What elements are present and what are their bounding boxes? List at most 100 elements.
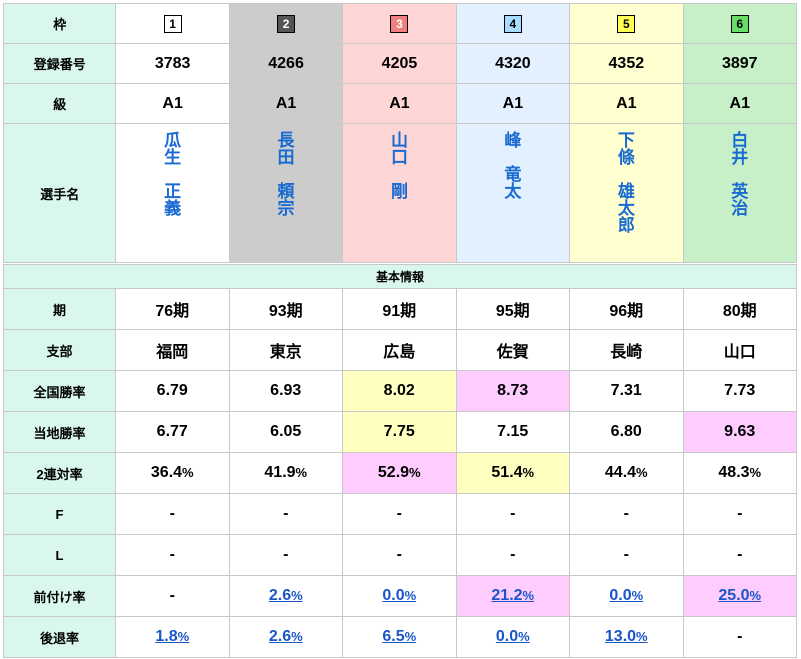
branch-cell: 佐賀 bbox=[455, 329, 570, 371]
branch-row: 支部 福岡 東京 広島 佐賀 長崎 山口 bbox=[3, 329, 797, 371]
racer-name-link[interactable]: 山口剛 bbox=[390, 132, 408, 200]
top2-value: 36.4 bbox=[150, 464, 183, 481]
kou-link[interactable]: 0.0% bbox=[496, 628, 530, 645]
top2-cell: 51.4% bbox=[455, 452, 570, 494]
top2-value-wrap: 36.4% bbox=[151, 464, 194, 481]
f-row: F ------ bbox=[3, 493, 797, 535]
racer-given-name: 剛 bbox=[390, 182, 408, 201]
zen-link[interactable]: 25.0% bbox=[718, 587, 761, 604]
waku-number-badge: 1 bbox=[163, 14, 182, 33]
top2-value-wrap: 44.4% bbox=[605, 464, 648, 481]
f-value-wrap: - bbox=[283, 505, 288, 522]
top2-cell: 41.9% bbox=[228, 452, 343, 494]
kou-cell: 1.8% bbox=[115, 616, 230, 658]
top2-value: 44.4 bbox=[604, 464, 637, 481]
racer-name-cell: 瓜生 正義 bbox=[115, 123, 230, 263]
zen-link[interactable]: 2.6% bbox=[269, 587, 303, 604]
top2-cell: 48.3% bbox=[682, 452, 797, 494]
zen-value: 0.0 bbox=[609, 587, 632, 604]
national-cell: 8.02 bbox=[342, 370, 457, 412]
f-cell: - bbox=[569, 493, 684, 535]
grade-label: 級 bbox=[2, 83, 117, 124]
local-value-wrap: 7.15 bbox=[497, 423, 528, 440]
zen-link[interactable]: 21.2% bbox=[491, 587, 534, 604]
local-value: 6.80 bbox=[610, 423, 642, 440]
branch-value-wrap: 長崎 bbox=[610, 344, 642, 361]
grade-cell: A1 bbox=[682, 83, 798, 124]
racer-family-name: 下條 bbox=[617, 131, 635, 167]
kou-cell: 2.6% bbox=[228, 616, 343, 658]
racer-name-link[interactable]: 白井 英治 bbox=[731, 132, 749, 217]
top2-unit: % bbox=[409, 465, 421, 480]
kou-link[interactable]: 13.0% bbox=[605, 628, 648, 645]
f-value-wrap: - bbox=[737, 505, 742, 522]
name-gap bbox=[731, 166, 749, 183]
kou-link[interactable]: 2.6% bbox=[269, 628, 303, 645]
zen-unit: % bbox=[749, 588, 762, 603]
f-cell: - bbox=[682, 493, 797, 535]
l-value: - bbox=[623, 546, 629, 563]
f-value: - bbox=[510, 505, 516, 522]
l-value-wrap: - bbox=[283, 546, 288, 563]
waku-number-badge: 3 bbox=[390, 14, 409, 33]
zen-unit: % bbox=[631, 588, 644, 603]
racer-name-link[interactable]: 下條 雄太郎 bbox=[617, 132, 635, 234]
local-cell: 7.75 bbox=[342, 411, 457, 453]
term-value: 96期 bbox=[609, 303, 644, 320]
racer-name-link[interactable]: 瓜生 正義 bbox=[164, 132, 182, 217]
name-gap bbox=[277, 166, 295, 183]
f-value: - bbox=[623, 505, 629, 522]
waku-cell: 1 bbox=[115, 3, 230, 44]
national-value: 7.73 bbox=[724, 382, 756, 399]
zen-value: 2.6 bbox=[268, 587, 292, 604]
top2-unit: % bbox=[295, 465, 308, 480]
top2-label: 2連対率 bbox=[3, 452, 116, 494]
reg-no-cell: 4320 bbox=[455, 43, 571, 84]
f-value-wrap: - bbox=[397, 505, 402, 522]
term-value-wrap: 96期 bbox=[609, 303, 643, 320]
term-value-wrap: 95期 bbox=[496, 303, 530, 320]
grade-cell: A1 bbox=[455, 83, 571, 124]
kou-link[interactable]: 1.8% bbox=[155, 628, 189, 645]
racer-name-link[interactable]: 長田 頼宗 bbox=[277, 132, 295, 217]
zen-unit: % bbox=[522, 588, 535, 603]
racer-header-table: 枠 1 2 3 4 5 6 登録番号 3783 4266 4205 4320 4352 3897 級… bbox=[2, 3, 798, 263]
zen-cell: 21.2% bbox=[455, 575, 570, 617]
l-value-wrap: - bbox=[397, 546, 402, 563]
zenzuke-label: 前付け率 bbox=[3, 575, 116, 617]
national-value: 8.73 bbox=[497, 382, 529, 399]
l-value-wrap: - bbox=[170, 546, 175, 563]
kou-unit: % bbox=[404, 629, 417, 644]
waku-cell: 6 bbox=[682, 3, 798, 44]
zen-link[interactable]: 0.0% bbox=[609, 587, 643, 604]
kou-unit: % bbox=[636, 629, 648, 644]
grade-cell: A1 bbox=[115, 83, 230, 124]
reg-no-cell: 4266 bbox=[228, 43, 344, 84]
zen-value: 0.0 bbox=[382, 587, 405, 604]
racer-name-link[interactable]: 峰竜太 bbox=[504, 132, 522, 200]
f-value: - bbox=[737, 505, 743, 522]
national-value: 6.79 bbox=[156, 382, 188, 399]
local-value-wrap: 6.80 bbox=[611, 423, 642, 440]
top2-unit: % bbox=[636, 465, 648, 480]
waku-cell: 3 bbox=[342, 3, 457, 44]
local-value: 7.75 bbox=[383, 423, 415, 440]
zen-unit: % bbox=[404, 588, 417, 603]
top2-value: 41.9 bbox=[264, 464, 296, 481]
branch-cell: 東京 bbox=[228, 329, 343, 371]
national-value-wrap: 8.02 bbox=[384, 382, 415, 399]
waku-number-badge: 6 bbox=[730, 14, 749, 33]
l-value: - bbox=[396, 546, 402, 563]
local-value: 6.77 bbox=[156, 423, 188, 440]
racer-name-cell: 長田 頼宗 bbox=[228, 123, 344, 263]
branch-value: 広島 bbox=[383, 344, 416, 361]
term-cell: 91期 bbox=[342, 288, 457, 330]
reg-no-cell: 3783 bbox=[115, 43, 230, 84]
kou-link[interactable]: 6.5% bbox=[382, 628, 416, 645]
national-cell: 7.31 bbox=[569, 370, 684, 412]
local-value-wrap: 6.77 bbox=[157, 423, 188, 440]
l-value: - bbox=[283, 546, 289, 563]
kou-unit: % bbox=[518, 629, 530, 644]
branch-value-wrap: 佐賀 bbox=[497, 344, 529, 361]
zen-link[interactable]: 0.0% bbox=[382, 587, 416, 604]
